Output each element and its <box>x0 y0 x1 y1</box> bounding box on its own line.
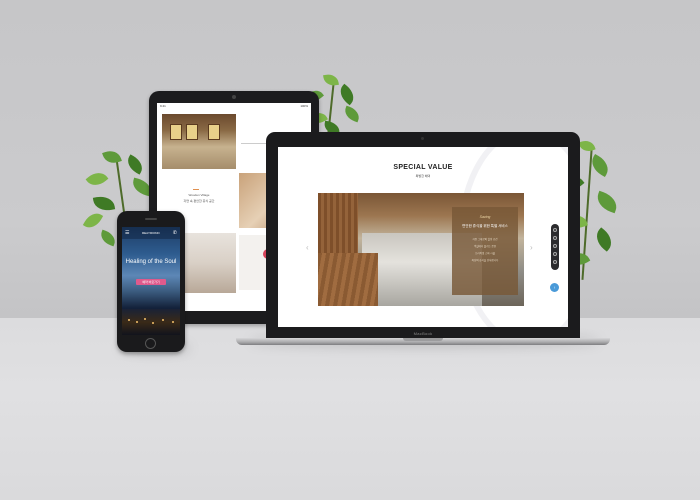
laptop-device: SPECIAL VALUE 특별한 혜택 ‹ › Saving 편안한 휴식을 … <box>266 132 580 339</box>
accent-line <box>193 189 199 190</box>
phone-home-button[interactable] <box>145 338 156 349</box>
laptop-brand: MacBook <box>413 331 433 336</box>
hot-spring-photo[interactable]: Saving 편안한 휴식을 위한 특별 서비스 자연 그대로의 힐링 공간 객… <box>318 193 524 306</box>
laptop-base <box>236 338 610 345</box>
laptop-screen: SPECIAL VALUE 특별한 혜택 ‹ › Saving 편안한 휴식을 … <box>278 147 568 327</box>
card-line: 프라이빗 스파 시설 <box>475 252 495 255</box>
tablet-camera <box>232 95 236 99</box>
laptop-camera <box>421 137 424 140</box>
next-arrow-icon[interactable]: › <box>530 243 533 252</box>
info-card: Saving 편안한 휴식을 위한 특별 서비스 자연 그대로의 힐링 공간 객… <box>452 207 518 295</box>
quick-menu-icon[interactable] <box>553 260 557 264</box>
card-label: Saving <box>479 215 491 219</box>
night-view-image <box>122 309 180 335</box>
tablet-section-label: Wooden Village <box>188 193 210 197</box>
prev-arrow-icon[interactable]: ‹ <box>306 243 309 252</box>
reserve-button[interactable]: 예약 바로가기 <box>136 279 166 285</box>
tablet-time: 9:41 <box>160 104 166 108</box>
quick-menu-icon[interactable] <box>553 236 557 240</box>
card-line: 객실에서 즐기는 온천 <box>473 245 497 248</box>
quick-menu-icon[interactable] <box>553 244 557 248</box>
tablet-status-bar: 9:41 100% <box>157 103 311 109</box>
page-title: SPECIAL VALUE <box>393 164 453 171</box>
card-title: 편안한 휴식을 위한 특별 서비스 <box>462 224 508 228</box>
phone-screen: ☰ REAYRIOND ✆ Healing of the Soul 예약 바로가… <box>122 227 180 335</box>
tablet-room-image[interactable] <box>162 114 236 169</box>
tablet-battery: 100% <box>300 104 308 108</box>
phone-device: ☰ REAYRIOND ✆ Healing of the Soul 예약 바로가… <box>117 211 185 352</box>
hero-headline: Healing of the Soul <box>125 259 177 265</box>
card-line: 자연 그대로의 힐링 공간 <box>472 238 498 241</box>
menu-icon[interactable]: ☰ <box>125 231 129 236</box>
quick-menu-icon[interactable] <box>553 228 557 232</box>
scroll-top-button[interactable]: ↑ <box>550 283 559 292</box>
card-line: 최상의 휴식을 선사합니다 <box>471 259 499 262</box>
phone-speaker <box>145 218 157 220</box>
page-subtitle: 특별한 혜택 <box>415 174 431 178</box>
tablet-section-desc: 자연 속 편안한 휴식 공간 <box>183 199 215 203</box>
quick-menu-bar <box>551 224 559 270</box>
phone-call-icon[interactable]: ✆ <box>173 230 177 236</box>
quick-menu-icon[interactable] <box>553 252 557 256</box>
phone-logo[interactable]: REAYRIOND <box>142 231 160 235</box>
